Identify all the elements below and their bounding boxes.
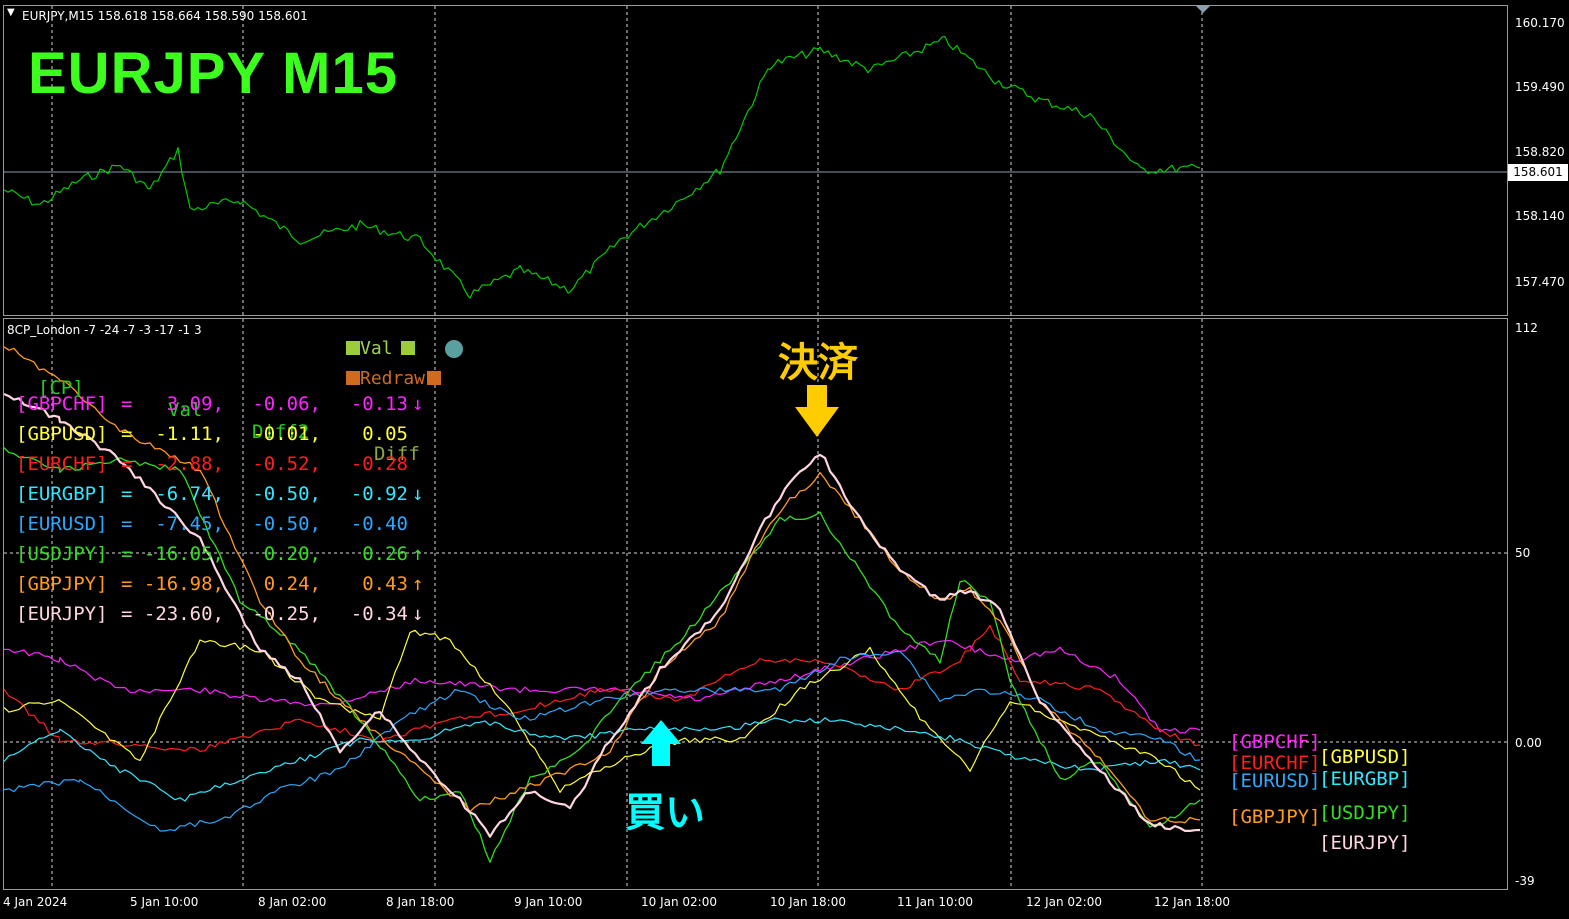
current-price-badge: 158.601	[1508, 164, 1568, 181]
up-arrow-icon	[641, 720, 681, 766]
diff-cell: 0.43	[362, 573, 408, 595]
arrow-cell: ↓	[412, 603, 424, 625]
right-label-eurgbp: [EURGBP]	[1319, 768, 1411, 790]
pair-cell: [GBPUSD]	[16, 423, 108, 445]
redraw-label: Redraw	[360, 368, 426, 389]
val-toggle-button[interactable]: Val	[346, 338, 415, 359]
down-arrow-icon	[795, 385, 839, 437]
right-label-usdjpy: [USDJPY]	[1319, 802, 1411, 824]
price-label: 159.490	[1515, 80, 1565, 94]
time-label: 4 Jan 2024	[3, 895, 68, 909]
pair-cell: [EURJPY]	[16, 603, 108, 625]
indicator-axis-label: 112	[1515, 321, 1538, 335]
redraw-button[interactable]: Redraw	[346, 368, 442, 389]
diff-cell: -0.40	[350, 513, 408, 535]
time-label: 12 Jan 18:00	[1154, 895, 1230, 909]
status-dot-icon[interactable]	[445, 340, 463, 358]
arrow-cell: ↑	[412, 573, 424, 595]
right-label-gbpchf: [GBPCHF]	[1229, 731, 1321, 753]
pair-cell: [EURUSD]	[16, 513, 108, 535]
time-label: 8 Jan 18:00	[386, 895, 455, 909]
diff-cell: 0.05	[362, 423, 408, 445]
chart-title-overlay: EURJPY M15	[28, 41, 398, 106]
indicator-axis-label: 0.00	[1515, 736, 1542, 750]
diff-cell: -0.28	[350, 453, 408, 475]
price-label: 157.470	[1515, 275, 1565, 289]
time-label: 10 Jan 18:00	[770, 895, 846, 909]
right-label-gbpjpy: [GBPJPY]	[1229, 806, 1321, 828]
price-label: 158.820	[1515, 145, 1565, 159]
price-label: 160.170	[1515, 16, 1565, 30]
right-label-eurjpy: [EURJPY]	[1319, 832, 1411, 854]
indicator-axis-label: -39	[1515, 874, 1535, 888]
pair-cell: [EURGBP]	[16, 483, 108, 505]
time-label: 10 Jan 02:00	[641, 895, 717, 909]
diff-cell: -0.13	[350, 393, 408, 415]
val-toggle-label: Val	[360, 338, 393, 359]
indicator-info: 8CP_London -7 -24 -7 -3 -17 -1 3	[7, 323, 202, 337]
collapse-arrow-icon[interactable]: ▼	[7, 7, 15, 18]
time-label: 5 Jan 10:00	[130, 895, 199, 909]
right-label-gbpusd: [GBPUSD]	[1319, 746, 1411, 768]
time-label: 12 Jan 02:00	[1026, 895, 1102, 909]
symbol-info: EURJPY,M15 158.618 158.664 158.590 158.6…	[22, 9, 308, 23]
arrow-cell: ↓	[412, 483, 424, 505]
diff-cell: -0.34	[350, 603, 408, 625]
diff-cell: 0.26	[362, 543, 408, 565]
settle-annotation: 決済	[778, 340, 858, 386]
pair-cell: [EURCHF]	[16, 453, 108, 475]
buy-annotation: 買い	[625, 790, 705, 836]
pair-cell: [GBPJPY]	[16, 573, 108, 595]
time-label: 8 Jan 02:00	[258, 895, 327, 909]
pair-cell: [USDJPY]	[16, 543, 108, 565]
diff-cell: -0.92	[350, 483, 408, 505]
arrow-cell: ↓	[412, 393, 424, 415]
arrow-cell: ↑	[412, 543, 424, 565]
right-label-eurusd: [EURUSD]	[1229, 770, 1321, 792]
time-label: 9 Jan 10:00	[514, 895, 583, 909]
indicator-axis-label: 50	[1515, 546, 1531, 560]
pair-cell: [GBPCHF]	[16, 393, 108, 415]
price-label: 158.140	[1515, 209, 1565, 223]
time-label: 11 Jan 10:00	[897, 895, 973, 909]
